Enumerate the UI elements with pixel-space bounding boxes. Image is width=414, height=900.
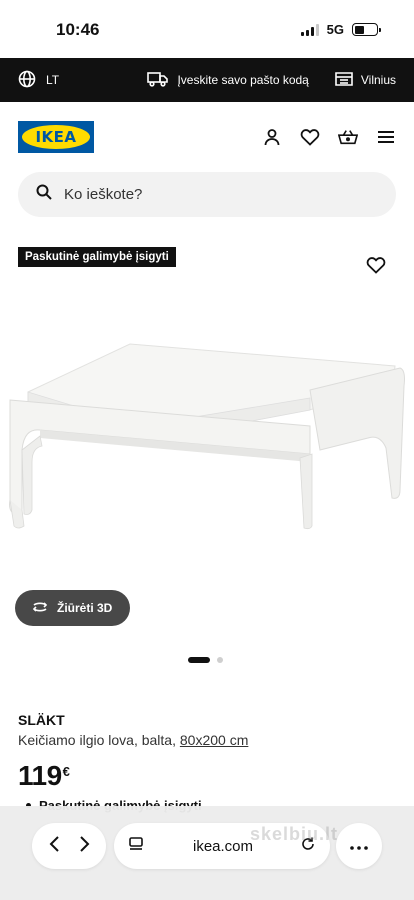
gallery-dot-active[interactable] xyxy=(188,657,210,663)
status-bar: 10:46 5G xyxy=(0,0,414,58)
heart-icon[interactable] xyxy=(300,127,320,147)
product-description: Keičiamo ilgio lova, balta, 80x200 cm xyxy=(18,732,248,748)
postcode-link[interactable]: Įveskite savo pašto kodą xyxy=(177,73,308,87)
view-3d-button[interactable]: Žiūrėti 3D xyxy=(15,590,131,626)
forward-chevron-icon[interactable] xyxy=(79,835,91,858)
top-info-strip: LT Įveskite savo pašto kodą Vilnius xyxy=(0,58,414,102)
ellipsis-icon xyxy=(350,837,368,855)
status-time: 10:46 xyxy=(56,20,100,39)
product-image[interactable] xyxy=(0,330,414,540)
language-label: LT xyxy=(46,73,60,87)
ikea-logo[interactable]: IKEA xyxy=(18,121,94,153)
url-text: ikea.com xyxy=(192,837,254,855)
search-icon xyxy=(36,184,52,205)
network-label: 5G xyxy=(326,22,344,37)
price-currency: € xyxy=(62,764,70,779)
store-icon[interactable] xyxy=(335,71,353,90)
browser-nav-buttons xyxy=(32,823,106,869)
basket-icon[interactable] xyxy=(338,127,358,147)
signal-icon xyxy=(300,23,319,36)
battery-level xyxy=(354,25,364,34)
tabs-icon[interactable] xyxy=(128,836,146,857)
site-header: IKEA xyxy=(0,102,414,172)
last-chance-badge: Paskutinė galimybė įsigyti xyxy=(18,247,176,267)
reload-icon[interactable] xyxy=(300,836,316,857)
battery-icon xyxy=(352,23,381,36)
delivery-truck-icon[interactable] xyxy=(147,71,169,90)
address-bar[interactable]: ikea.com xyxy=(114,823,330,869)
back-chevron-icon[interactable] xyxy=(48,835,60,858)
globe-icon xyxy=(18,70,36,91)
language-selector[interactable]: LT xyxy=(18,70,59,91)
browser-toolbar: ikea.com xyxy=(0,806,414,900)
more-options-button[interactable] xyxy=(336,823,382,869)
gallery-pagination xyxy=(188,657,223,663)
product-price: 119 € xyxy=(18,760,70,792)
menu-icon[interactable] xyxy=(376,127,396,147)
search-placeholder: Ko ieškote? xyxy=(64,186,143,203)
status-indicators: 5G xyxy=(300,22,381,37)
gallery-dot[interactable] xyxy=(217,657,223,663)
price-value: 119 xyxy=(18,760,62,791)
product-name: SLÄKT xyxy=(18,712,65,728)
search-input[interactable]: Ko ieškote? xyxy=(18,172,396,217)
rotate-3d-icon xyxy=(31,600,49,617)
product-size-link[interactable]: 80x200 cm xyxy=(180,732,248,748)
favorite-heart-icon[interactable] xyxy=(366,256,386,276)
logo-text: IKEA xyxy=(22,125,90,149)
store-link[interactable]: Vilnius xyxy=(361,73,396,87)
view-3d-label: Žiūrėti 3D xyxy=(57,601,113,615)
user-icon[interactable] xyxy=(262,127,282,147)
product-description-text: Keičiamo ilgio lova, balta, xyxy=(18,732,176,748)
